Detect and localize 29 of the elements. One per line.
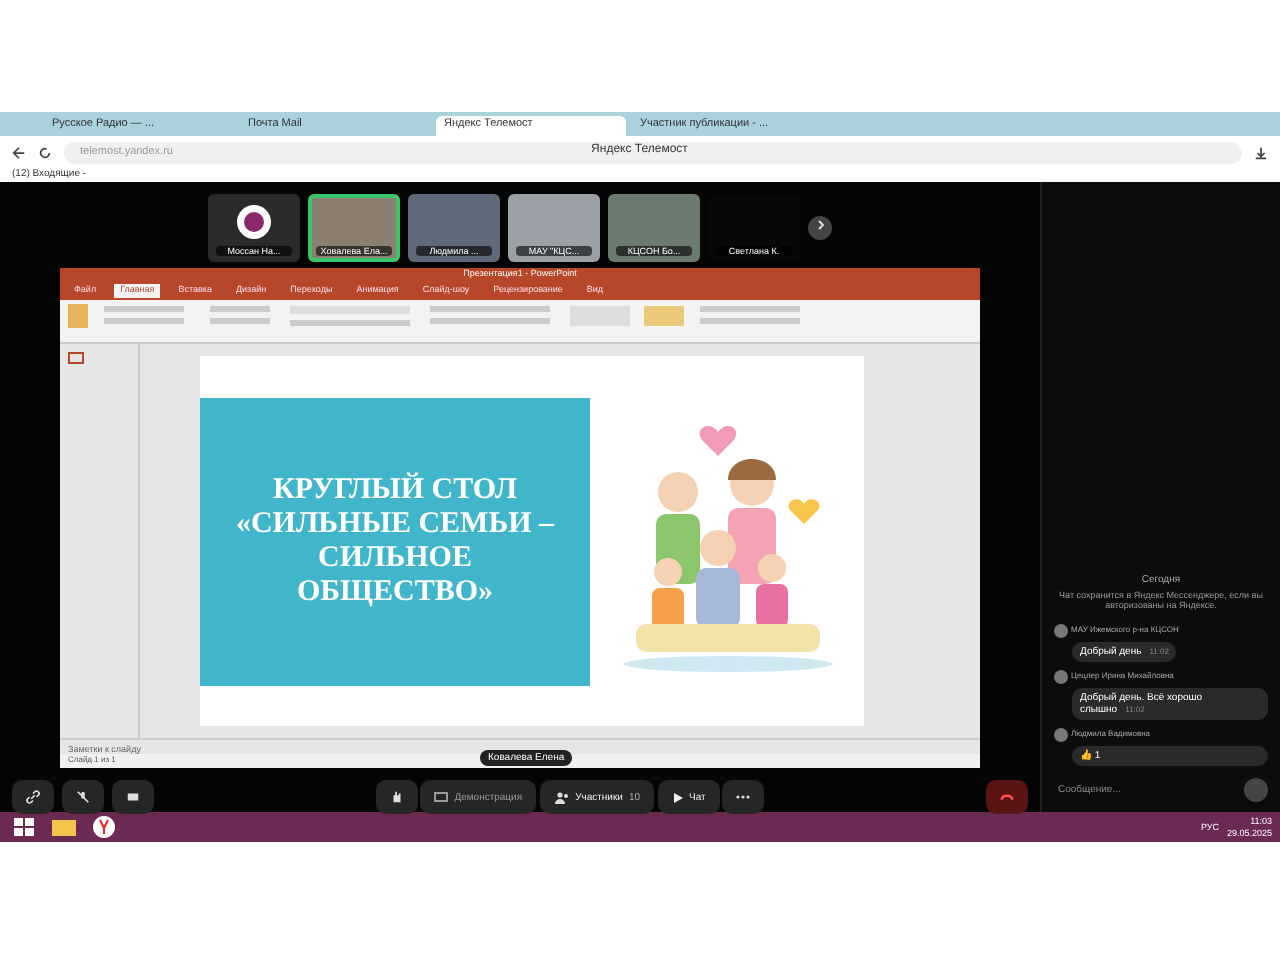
chevron-icon	[815, 220, 825, 231]
logo-icon	[236, 204, 272, 240]
camera-button[interactable]	[112, 780, 154, 814]
avatar-icon	[1054, 727, 1068, 741]
avatar-icon	[1054, 623, 1068, 637]
download-icon[interactable]	[1254, 145, 1268, 159]
avatar-icon	[1054, 669, 1068, 683]
more-button[interactable]	[722, 780, 765, 814]
raise-hand-button[interactable]	[375, 780, 418, 814]
screen-icon	[434, 791, 449, 803]
back-arrow-icon[interactable]	[12, 145, 26, 159]
camera-icon	[126, 790, 140, 804]
start-icon[interactable]	[8, 814, 40, 840]
microphone-button[interactable]	[62, 780, 104, 814]
hang-up-button[interactable]	[986, 780, 1028, 814]
play-icon	[671, 791, 684, 803]
folder-icon[interactable]	[48, 814, 80, 840]
next-button[interactable]	[808, 216, 832, 240]
microphone-muted-icon	[76, 790, 90, 804]
link-button[interactable]	[12, 780, 54, 814]
browser-icon[interactable]	[88, 814, 120, 840]
reload-icon[interactable]	[38, 145, 52, 159]
link-icon	[26, 790, 40, 804]
phone-icon	[1000, 792, 1014, 802]
hand-icon	[389, 790, 404, 804]
slide-title: КРУГЛЫЙ СТОЛ «СИЛЬНЫЕ СЕМЬИ – СИЛЬНОЕ ОБЩЕСТВО»	[233, 473, 557, 611]
more-icon	[736, 794, 751, 800]
slide-thumbnail[interactable]	[68, 352, 84, 364]
people-icon	[553, 791, 570, 803]
